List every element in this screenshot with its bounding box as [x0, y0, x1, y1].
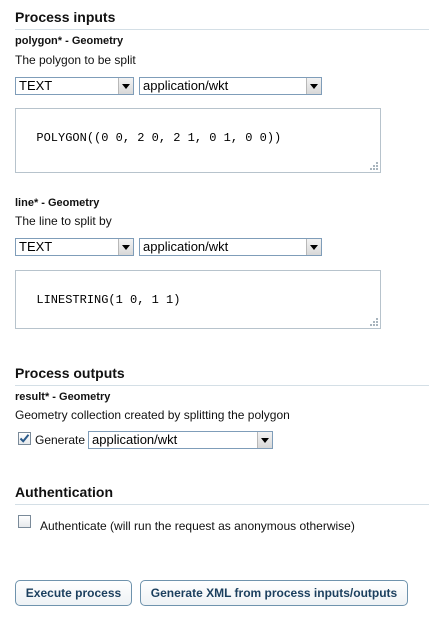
polygon-mime-value: application/wkt [143, 78, 229, 93]
resize-grip-icon[interactable] [368, 160, 378, 170]
polygon-value-textarea[interactable]: POLYGON((0 0, 2 0, 2 1, 0 1, 0 0)) [15, 108, 381, 173]
polygon-mime-select[interactable]: application/wkt [139, 77, 322, 95]
polygon-format-select[interactable]: TEXT [15, 77, 134, 95]
authenticate-label: Authenticate (will run the request as an… [40, 519, 355, 533]
line-format-select[interactable]: TEXT [15, 238, 134, 256]
line-mime-select[interactable]: application/wkt [139, 238, 322, 256]
checkmark-icon [19, 434, 30, 443]
authentication-heading: Authentication [15, 484, 113, 500]
line-param-description: The line to split by [15, 214, 112, 228]
section-divider [15, 385, 429, 386]
result-param-title: result* - Geometry [15, 391, 111, 403]
section-divider [15, 29, 429, 30]
chevron-down-icon[interactable] [306, 239, 321, 255]
generate-xml-button[interactable]: Generate XML from process inputs/outputs [140, 580, 408, 606]
chevron-down-icon[interactable] [118, 78, 133, 94]
resize-grip-icon[interactable] [368, 316, 378, 326]
line-value-textarea[interactable]: LINESTRING(1 0, 1 1) [15, 270, 381, 329]
chevron-down-icon[interactable] [118, 239, 133, 255]
line-param-title: line* - Geometry [15, 197, 100, 209]
result-mime-value: application/wkt [92, 432, 178, 447]
line-value-text: LINESTRING(1 0, 1 1) [36, 293, 181, 307]
line-format-value: TEXT [19, 239, 53, 254]
chevron-down-icon[interactable] [257, 432, 272, 448]
polygon-format-value: TEXT [19, 78, 53, 93]
chevron-down-icon[interactable] [306, 78, 321, 94]
process-inputs-heading: Process inputs [15, 9, 116, 25]
generate-checkbox[interactable] [18, 432, 31, 445]
polygon-param-title: polygon* - Geometry [15, 35, 124, 47]
generate-label: Generate [35, 433, 86, 447]
result-param-description: Geometry collection created by splitting… [15, 408, 290, 422]
execute-process-button[interactable]: Execute process [15, 580, 132, 606]
section-divider [15, 504, 429, 505]
polygon-param-description: The polygon to be split [15, 53, 136, 67]
line-mime-value: application/wkt [143, 239, 229, 254]
process-outputs-heading: Process outputs [15, 365, 125, 381]
polygon-value-text: POLYGON((0 0, 2 0, 2 1, 0 1, 0 0)) [36, 131, 282, 145]
result-mime-select[interactable]: application/wkt [88, 431, 273, 449]
authenticate-checkbox[interactable] [18, 515, 31, 528]
